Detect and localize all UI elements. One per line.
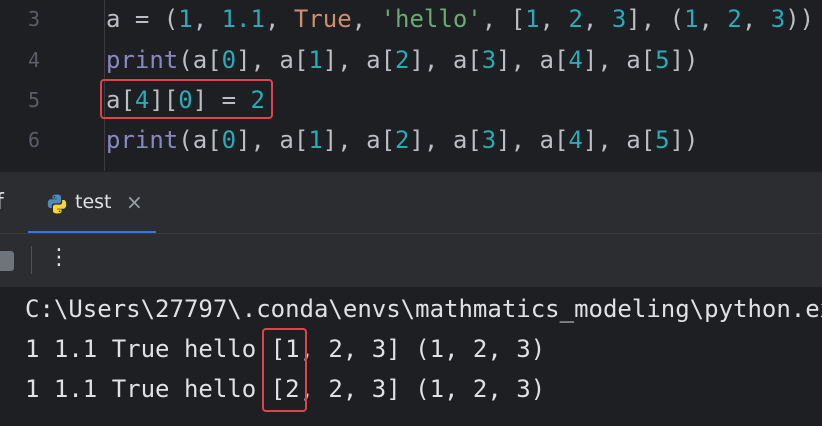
code-token: 4 <box>568 126 583 154</box>
code-token: 3 <box>770 5 786 33</box>
console-line: C:\Users\27797\.conda\envs\mathmatics_mo… <box>25 295 822 323</box>
code-token: 0 <box>221 46 237 74</box>
run-tool-window-header: f test × <box>0 171 822 234</box>
code-token: a = ( <box>106 5 179 33</box>
code-token: 2 <box>568 5 583 33</box>
more-options-icon[interactable]: ⋮ <box>48 245 70 270</box>
code-token: ], a[ <box>582 46 656 74</box>
code-token: ], a[ <box>496 126 569 154</box>
clipped-tab-label[interactable]: f <box>0 190 4 215</box>
code-token: 0 <box>221 126 237 154</box>
code-token: ], a[ <box>409 46 482 74</box>
toolbar-divider <box>31 246 32 274</box>
code-token: 2 <box>395 126 410 154</box>
code-token: ], a[ <box>496 46 569 74</box>
run-toolbar: ⋮ <box>0 233 822 287</box>
code-token: 3 <box>611 5 627 33</box>
code-token: 1 <box>525 5 540 33</box>
code-token: , <box>582 5 612 33</box>
code-token: print <box>106 126 179 154</box>
close-icon[interactable]: × <box>126 190 143 214</box>
code-token: True <box>293 5 352 33</box>
code-token: 5 <box>655 126 670 154</box>
code-token: (a[ <box>178 46 222 74</box>
code-token: )) <box>785 5 815 33</box>
code-token: ], ( <box>626 5 685 33</box>
line-number: 3 <box>27 7 40 31</box>
code-token: 3 <box>481 46 497 74</box>
code-token: , <box>741 5 771 33</box>
code-token: ], a[ <box>322 126 396 154</box>
code-line[interactable]: print(a[0], a[1], a[2], a[3], a[4], a[5]… <box>106 121 698 159</box>
tab-label: test <box>75 191 112 213</box>
code-token: ]) <box>669 126 699 154</box>
line-number: 5 <box>27 88 40 112</box>
code-token: 1 <box>684 5 699 33</box>
code-token: ]) <box>669 46 699 74</box>
code-token: , <box>192 5 222 33</box>
code-token: ], a[ <box>236 126 309 154</box>
line-number: 6 <box>27 128 40 152</box>
code-token: , <box>698 5 728 33</box>
code-token: , <box>264 5 294 33</box>
tab-test[interactable]: test × <box>28 172 156 234</box>
code-token: 3 <box>481 126 497 154</box>
code-token: ], a[ <box>409 126 482 154</box>
code-token: 1.1 <box>221 5 265 33</box>
code-token: (a[ <box>178 126 222 154</box>
code-token: ], a[ <box>322 46 396 74</box>
code-line[interactable]: a = (1, 1.1, True, 'hello', [1, 2, 3], (… <box>106 0 814 38</box>
code-token: 1 <box>308 126 323 154</box>
highlight-box <box>262 328 307 412</box>
stop-icon[interactable] <box>0 251 14 271</box>
code-token: 1 <box>308 46 323 74</box>
code-token: ], a[ <box>236 46 309 74</box>
console-output[interactable]: C:\Users\27797\.conda\envs\mathmatics_mo… <box>0 287 822 426</box>
code-token: 4 <box>568 46 583 74</box>
highlight-box <box>100 79 273 119</box>
code-token: 'hello' <box>380 5 482 33</box>
code-token: print <box>106 46 179 74</box>
code-token: 2 <box>395 46 410 74</box>
code-token: 1 <box>178 5 193 33</box>
code-token: ], a[ <box>582 126 656 154</box>
code-token: , [ <box>481 5 526 33</box>
python-icon <box>47 194 67 214</box>
line-number: 4 <box>27 48 40 72</box>
code-token: 5 <box>655 46 670 74</box>
code-token: 2 <box>727 5 742 33</box>
code-line[interactable]: print(a[0], a[1], a[2], a[3], a[4], a[5]… <box>106 41 698 79</box>
code-token: , <box>539 5 569 33</box>
code-token: , <box>351 5 381 33</box>
code-editor[interactable]: 3 4 5 6 a = (1, 1.1, True, 'hello', [1, … <box>0 0 822 171</box>
